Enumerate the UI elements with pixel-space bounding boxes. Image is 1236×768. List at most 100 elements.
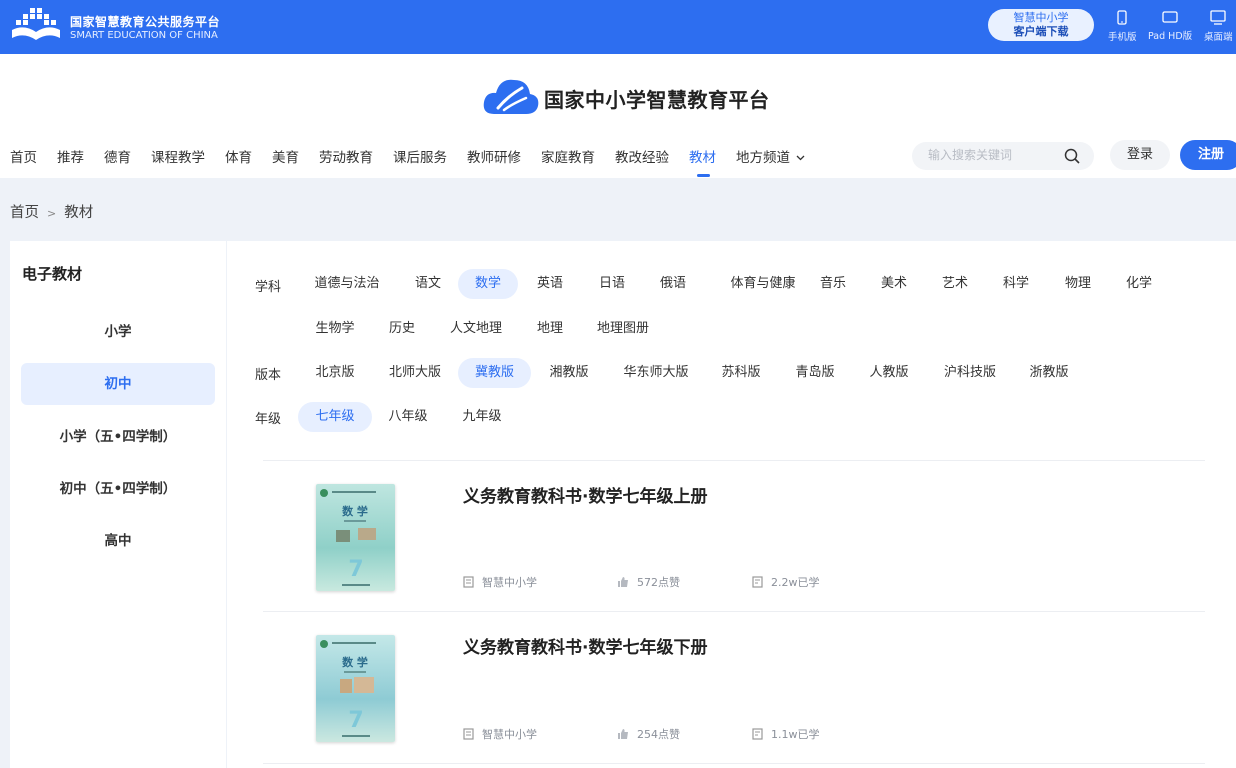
phone-icon bbox=[1117, 10, 1127, 25]
book-cover-grade: 7 bbox=[348, 557, 363, 582]
book-learners-label: 2.2w已学 bbox=[771, 576, 820, 589]
version-chip[interactable]: 北师大版 bbox=[382, 358, 448, 388]
divider bbox=[263, 763, 1205, 764]
nav-recommend[interactable]: 推荐 bbox=[57, 146, 84, 166]
client-label: 智慧中小学 bbox=[1013, 11, 1069, 24]
subject-chip[interactable]: 日语 bbox=[589, 269, 635, 299]
version-chip-active[interactable]: 冀教版 bbox=[458, 358, 531, 388]
nav-sports[interactable]: 体育 bbox=[225, 146, 252, 166]
nav-labor-education[interactable]: 劳动教育 bbox=[319, 146, 373, 166]
main-nav: 首页 推荐 德育 课程教学 体育 美育 劳动教育 课后服务 教师研修 家庭教育 … bbox=[10, 146, 825, 177]
nav-moral-education[interactable]: 德育 bbox=[104, 146, 131, 166]
book-title[interactable]: 义务教育教科书·数学七年级下册 bbox=[463, 633, 707, 658]
book-source-label: 智慧中小学 bbox=[482, 576, 537, 589]
cloud-logo-icon[interactable] bbox=[482, 74, 540, 118]
sidebar-item-junior-high-54[interactable]: 初中（五•四学制） bbox=[21, 468, 215, 510]
grade-filter-label: 年级 bbox=[255, 412, 282, 427]
subject-chip[interactable]: 地理图册 bbox=[590, 314, 656, 344]
nav-after-school[interactable]: 课后服务 bbox=[393, 146, 447, 166]
sidebar-item-senior-high[interactable]: 高中 bbox=[21, 520, 215, 562]
subject-chip[interactable]: 美术 bbox=[871, 269, 917, 299]
grade-chip[interactable]: 九年级 bbox=[456, 402, 508, 432]
subject-chip[interactable]: 体育与健康 bbox=[717, 269, 809, 299]
sidebar-item-primary[interactable]: 小学 bbox=[21, 311, 215, 353]
book-likes: 254点赞 bbox=[617, 726, 680, 742]
building-icon bbox=[463, 576, 474, 588]
subject-chip[interactable]: 音乐 bbox=[810, 269, 856, 299]
book-source: 智慧中小学 bbox=[463, 726, 537, 742]
subject-chip[interactable]: 艺术 bbox=[932, 269, 978, 299]
subject-chip[interactable]: 人文地理 bbox=[443, 314, 509, 344]
nav-reform-experience[interactable]: 教改经验 bbox=[615, 146, 669, 166]
version-chip[interactable]: 苏科版 bbox=[715, 358, 767, 388]
pad-version-label: Pad HD版 bbox=[1148, 31, 1193, 42]
platform-logo-icon[interactable] bbox=[10, 8, 62, 44]
book-learners: 2.2w已学 bbox=[752, 574, 820, 590]
grade-chip-active[interactable]: 七年级 bbox=[298, 402, 372, 432]
book-cover-image: 数 学 7 bbox=[316, 635, 395, 742]
desktop-version-label: 桌面端 bbox=[1204, 32, 1233, 43]
sidebar-title: 电子教材 bbox=[22, 265, 83, 283]
book-cover[interactable]: 数 学 7 bbox=[316, 484, 395, 591]
version-chip[interactable]: 北京版 bbox=[309, 358, 361, 388]
version-chip[interactable]: 浙教版 bbox=[1023, 358, 1075, 388]
subject-chip[interactable]: 科学 bbox=[993, 269, 1039, 299]
breadcrumb-separator: > bbox=[47, 207, 57, 220]
nav-arts[interactable]: 美育 bbox=[272, 146, 299, 166]
version-filter-label: 版本 bbox=[255, 368, 282, 383]
subject-chip[interactable]: 化学 bbox=[1116, 269, 1162, 299]
chevron-down-icon bbox=[796, 155, 805, 161]
grade-chip[interactable]: 八年级 bbox=[382, 402, 434, 432]
top-bar: 国家智慧教育公共服务平台 SMART EDUCATION OF CHINA 智慧… bbox=[0, 0, 1236, 54]
subject-chip[interactable]: 语文 bbox=[405, 269, 451, 299]
subject-chip[interactable]: 道德与法治 bbox=[309, 269, 385, 299]
desktop-version-link[interactable]: 桌面端 bbox=[1204, 10, 1233, 43]
nav-local-channel-label: 地方频道 bbox=[736, 150, 790, 166]
client-download-button[interactable]: 智慧中小学 客户端下载 bbox=[988, 9, 1094, 41]
mobile-version-link[interactable]: 手机版 bbox=[1108, 10, 1137, 43]
book-learners: 1.1w已学 bbox=[752, 726, 820, 742]
subject-chip-active[interactable]: 数学 bbox=[458, 269, 518, 299]
brand-title: 国家中小学智慧教育平台 bbox=[544, 88, 770, 112]
textbook-sidebar: 电子教材 小学 初中 小学（五•四学制） 初中（五•四学制） 高中 bbox=[10, 241, 226, 768]
nav-home[interactable]: 首页 bbox=[10, 146, 37, 166]
nav-course-teaching[interactable]: 课程教学 bbox=[151, 146, 205, 166]
pad-version-link[interactable]: Pad HD版 bbox=[1148, 10, 1192, 42]
search-input[interactable] bbox=[928, 148, 1058, 162]
subject-chip[interactable]: 英语 bbox=[527, 269, 573, 299]
monitor-icon bbox=[1210, 10, 1226, 25]
version-chip[interactable]: 湘教版 bbox=[543, 358, 595, 388]
nav-teacher-training[interactable]: 教师研修 bbox=[467, 146, 521, 166]
subject-chip[interactable]: 物理 bbox=[1055, 269, 1101, 299]
login-button[interactable]: 登录 bbox=[1110, 140, 1170, 170]
book-title[interactable]: 义务教育教科书·数学七年级上册 bbox=[463, 482, 707, 507]
book-cover[interactable]: 数 学 7 bbox=[316, 635, 395, 742]
version-chip[interactable]: 青岛版 bbox=[789, 358, 841, 388]
subject-chip[interactable]: 地理 bbox=[527, 314, 573, 344]
nav-textbooks[interactable]: 教材 bbox=[689, 146, 716, 177]
version-chip[interactable]: 华东师大版 bbox=[617, 358, 695, 388]
book-likes-label: 572点赞 bbox=[637, 576, 680, 589]
divider bbox=[263, 460, 1205, 461]
version-chip[interactable]: 人教版 bbox=[863, 358, 915, 388]
tablet-icon bbox=[1162, 11, 1178, 23]
nav-family-education[interactable]: 家庭教育 bbox=[541, 146, 595, 166]
document-icon bbox=[752, 728, 763, 740]
platform-subtitle: SMART EDUCATION OF CHINA bbox=[70, 30, 218, 41]
subject-chip[interactable]: 生物学 bbox=[309, 314, 361, 344]
thumbs-up-icon bbox=[618, 577, 628, 587]
sidebar-item-primary-54[interactable]: 小学（五•四学制） bbox=[21, 416, 215, 458]
book-cover-grade: 7 bbox=[348, 708, 363, 733]
subject-chip[interactable]: 历史 bbox=[379, 314, 425, 344]
book-cover-title: 数 学 bbox=[342, 655, 368, 669]
register-button[interactable]: 注册 bbox=[1180, 140, 1236, 170]
nav-local-channel[interactable]: 地方频道 bbox=[736, 146, 805, 166]
search-icon[interactable] bbox=[1064, 148, 1080, 164]
subject-chip[interactable]: 俄语 bbox=[650, 269, 696, 299]
book-cover-image: 数 学 7 bbox=[316, 484, 395, 591]
version-chip[interactable]: 沪科技版 bbox=[937, 358, 1003, 388]
breadcrumb-current: 教材 bbox=[64, 205, 94, 221]
sidebar-item-junior-high[interactable]: 初中 bbox=[21, 363, 215, 405]
breadcrumb-home[interactable]: 首页 bbox=[10, 205, 39, 221]
book-source: 智慧中小学 bbox=[463, 574, 537, 590]
